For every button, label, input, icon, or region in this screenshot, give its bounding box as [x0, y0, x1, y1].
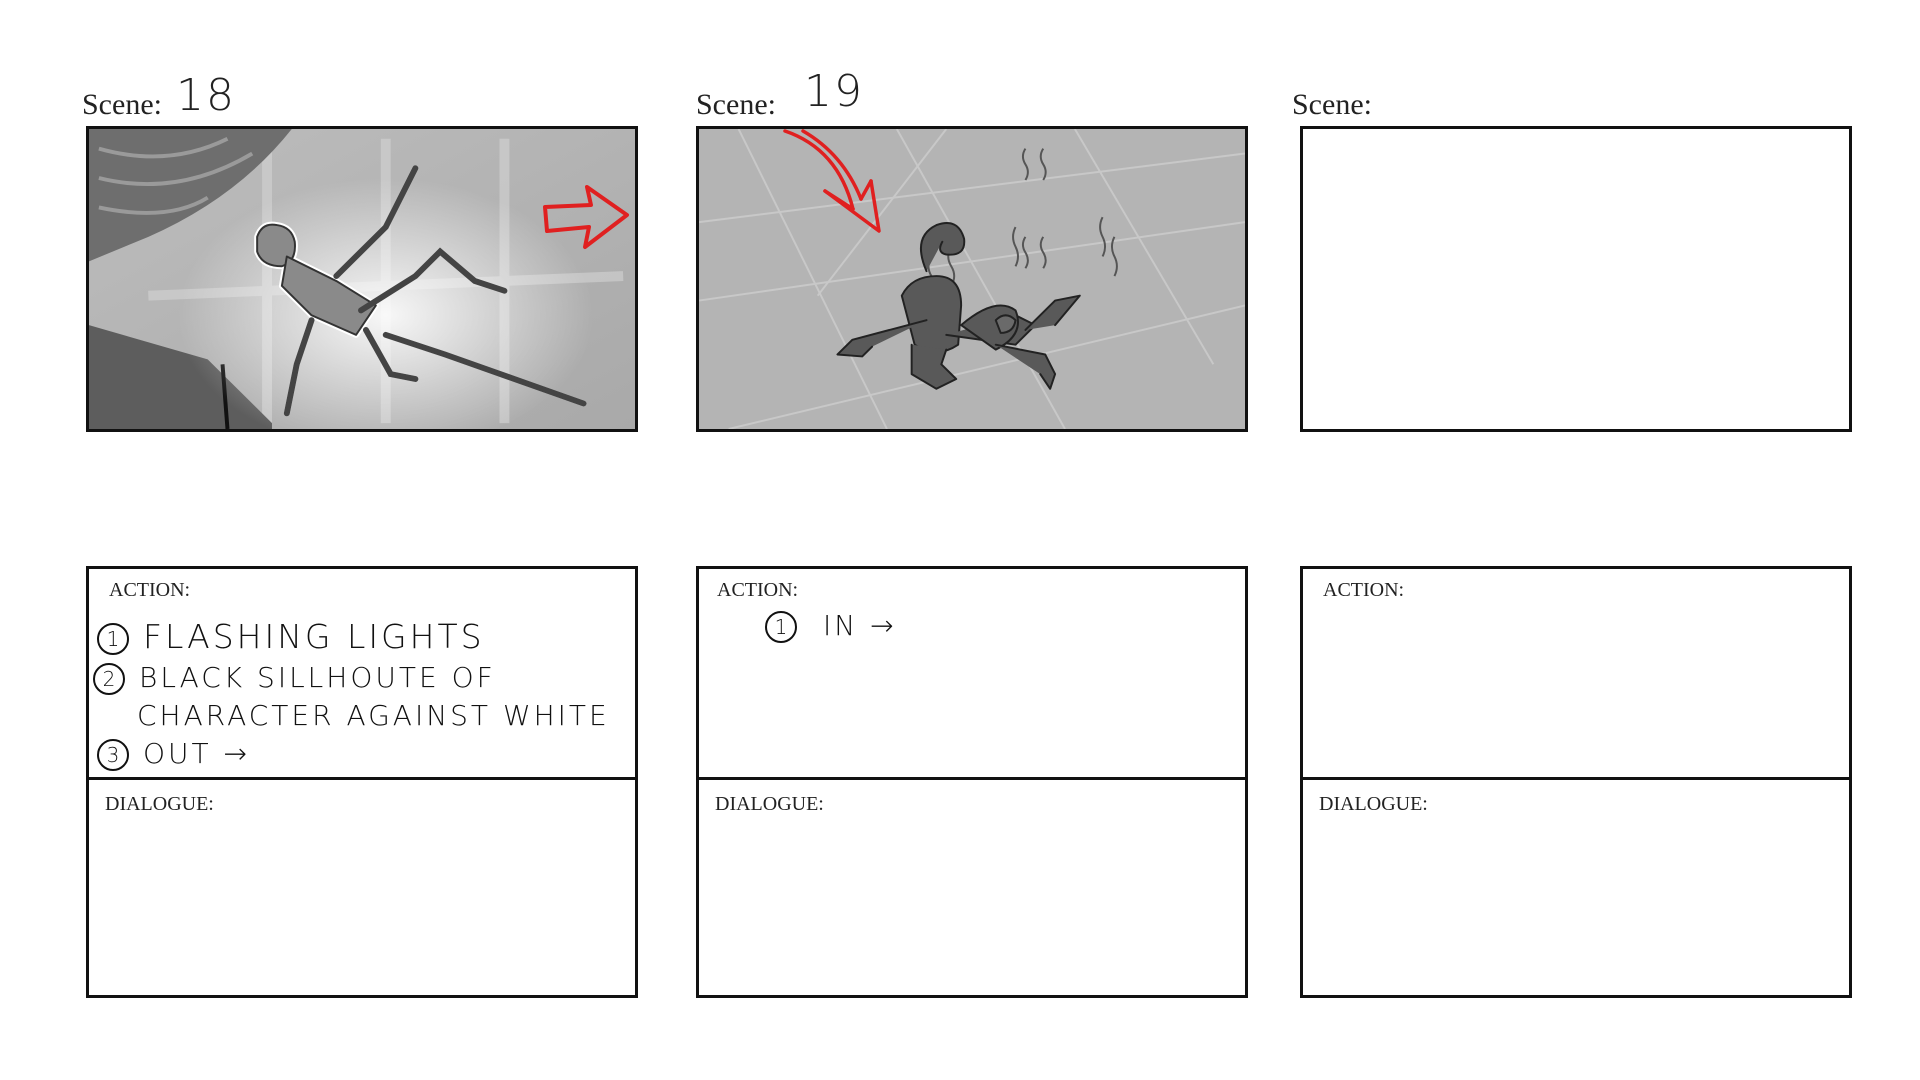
notes-box-empty: ACTION: DIALOGUE:	[1300, 566, 1852, 998]
action-note-2-cont: CHARACTER AGAINST WHITE	[137, 699, 610, 732]
note-marker: 1	[765, 611, 797, 643]
notes-box-19: ACTION: 1 IN → DIALOGUE:	[696, 566, 1248, 998]
dialogue-label: DIALOGUE:	[1319, 793, 1428, 815]
action-section: ACTION: 1 IN →	[699, 569, 1245, 780]
action-label: ACTION:	[717, 579, 799, 601]
note-text: FLASHING LIGHTS	[143, 617, 485, 656]
scene-label-text: Scene:	[696, 88, 776, 121]
action-label: ACTION:	[1323, 579, 1405, 601]
scene-label-empty: Scene:	[1292, 74, 1386, 125]
note-marker: 3	[97, 739, 129, 771]
sketch-scene-18	[89, 129, 635, 429]
action-note-2: 2 BLACK SILLHOUTE OF	[93, 661, 496, 695]
action-note-3: 3 OUT →	[97, 737, 250, 771]
action-note-1: 1 IN →	[765, 609, 897, 643]
action-note-1: 1 FLASHING LIGHTS	[97, 617, 485, 656]
note-text: OUT →	[143, 737, 250, 770]
sketch-scene-19	[699, 129, 1245, 429]
scene-label-18: Scene: 18	[82, 70, 236, 125]
scene-label-19: Scene: 19	[696, 66, 864, 125]
note-text: BLACK SILLHOUTE OF	[139, 661, 496, 694]
dialogue-label: DIALOGUE:	[715, 793, 824, 815]
scene-number: 19	[803, 66, 864, 117]
action-label: ACTION:	[109, 579, 191, 601]
note-marker: 1	[97, 622, 129, 655]
notes-box-18: ACTION: 1 FLASHING LIGHTS 2 BLACK SILLHOUT…	[86, 566, 638, 998]
storyboard-frame-19	[696, 126, 1248, 432]
red-arrow-down-icon	[783, 129, 881, 233]
note-text: IN →	[823, 609, 897, 642]
action-section: ACTION: 1 FLASHING LIGHTS 2 BLACK SILLHOUT…	[89, 569, 635, 780]
storyboard-frame-empty	[1300, 126, 1852, 432]
scene-number: 18	[175, 70, 236, 121]
dialogue-label: DIALOGUE:	[105, 793, 214, 815]
red-arrow-right-icon	[543, 185, 629, 249]
storyboard-frame-18	[86, 126, 638, 432]
scene-label-text: Scene:	[82, 88, 162, 121]
note-text: CHARACTER AGAINST WHITE	[137, 699, 610, 732]
scene-label-text: Scene:	[1292, 88, 1372, 121]
note-marker: 2	[93, 663, 125, 695]
action-section: ACTION:	[1303, 569, 1849, 780]
